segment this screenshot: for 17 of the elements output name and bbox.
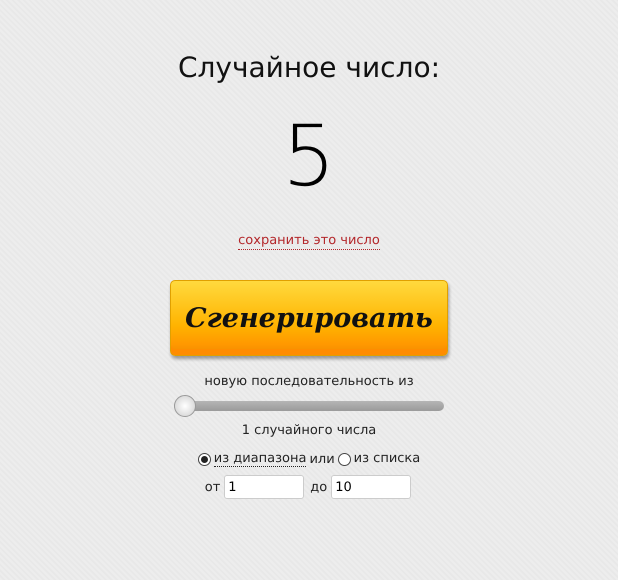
to-label: до [310,480,328,494]
random-number: 5 [282,106,336,206]
slider-thumb[interactable] [174,395,196,417]
generate-button[interactable]: Сгенерировать [170,280,448,356]
radio-button[interactable] [198,452,211,466]
to-field[interactable]: 10 [331,475,412,499]
count-slider[interactable] [174,395,444,417]
sequence-label: новую последовательность из [204,374,414,390]
conjunction: или [309,452,335,466]
from-field[interactable]: 1 [224,475,304,499]
source-option[interactable]: из списка [354,451,420,467]
title: Случайное число: [178,50,440,86]
save-link[interactable]: сохранить это число [238,232,380,250]
source-option[interactable]: из диапазона [214,451,306,467]
radio-button[interactable] [338,452,351,466]
from-label: от [204,480,220,494]
count-label: 1 случайного числа [242,423,376,439]
